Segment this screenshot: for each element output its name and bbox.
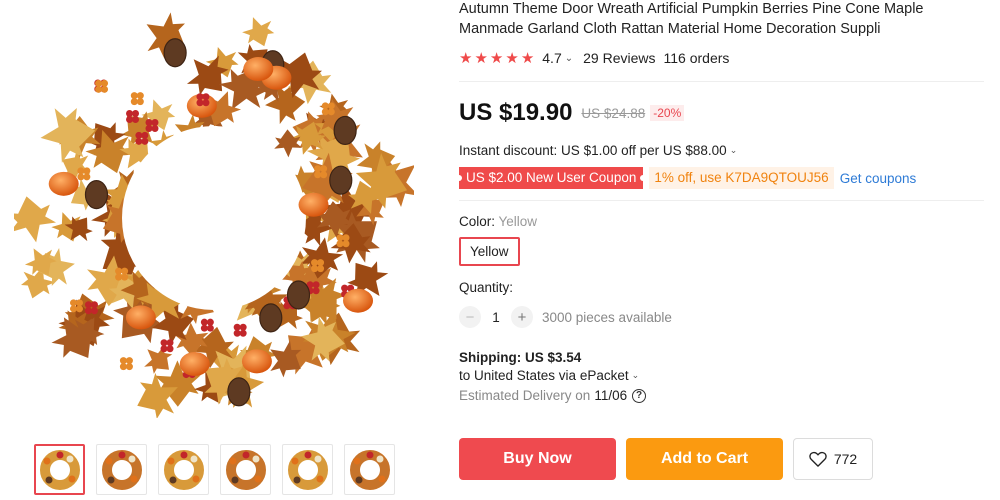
instant-discount-text: Instant discount: US $1.00 off per US $8… xyxy=(459,142,727,158)
discount-badge: -20% xyxy=(650,105,685,121)
estimated-delivery: Estimated Delivery on 11/06 ? xyxy=(459,388,989,403)
orders-count: 116 orders xyxy=(663,50,730,66)
eta-date: 11/06 xyxy=(594,388,628,403)
thumbnail-strip xyxy=(34,444,395,495)
rating-row: ★ ★ ★ ★ ★ 4.7 ⌄ 29 Reviews 116 orders xyxy=(459,48,989,68)
star-icon: ★ xyxy=(459,50,473,67)
product-thumbnail[interactable] xyxy=(34,444,85,495)
heart-icon xyxy=(809,451,827,467)
get-coupons-link[interactable]: Get coupons xyxy=(840,171,917,186)
wishlist-count: 772 xyxy=(833,451,858,467)
stock-available: 3000 pieces available xyxy=(542,309,672,325)
price-row: US $19.90 US $24.88 -20% xyxy=(459,99,989,127)
buy-now-button[interactable]: Buy Now xyxy=(459,438,616,480)
color-label-row: Color: Yellow xyxy=(459,214,989,229)
product-title: Autumn Theme Door Wreath Artificial Pump… xyxy=(459,1,924,37)
product-thumbnail[interactable] xyxy=(282,444,333,495)
new-user-coupon[interactable]: US $2.00 New User Coupon xyxy=(455,167,647,189)
rating-stars: ★ ★ ★ ★ ★ xyxy=(459,49,534,67)
product-thumbnail[interactable] xyxy=(158,444,209,495)
reviews-link[interactable]: 29 Reviews xyxy=(583,50,655,66)
coupon-code[interactable]: 1% off, use K7DA9QTOUJ56 xyxy=(649,167,834,189)
shipping-destination[interactable]: to United States via ePacket ⌄ xyxy=(459,368,989,383)
product-thumbnail[interactable] xyxy=(96,444,147,495)
star-icon: ★ xyxy=(520,50,535,67)
color-label: Color: xyxy=(459,214,496,229)
color-option-yellow[interactable]: Yellow xyxy=(459,237,520,266)
product-thumbnail[interactable] xyxy=(220,444,271,495)
product-main-image xyxy=(8,8,419,419)
instant-discount[interactable]: Instant discount: US $1.00 off per US $8… xyxy=(459,141,989,159)
minus-icon[interactable]: − xyxy=(459,306,481,328)
star-icon: ★ xyxy=(505,50,519,67)
product-detail: Autumn Theme Door Wreath Artificial Pump… xyxy=(455,0,989,403)
quantity-value[interactable]: 1 xyxy=(481,310,511,325)
shipping-destination-text: to United States via ePacket xyxy=(459,368,629,383)
plus-icon[interactable]: + xyxy=(511,306,533,328)
wreath-image xyxy=(8,12,419,419)
divider xyxy=(459,81,984,82)
thumbnail-image xyxy=(101,449,142,490)
quantity-stepper: − 1 + 3000 pieces available xyxy=(459,306,989,328)
thumbnail-image xyxy=(287,449,328,490)
help-icon[interactable]: ? xyxy=(632,388,647,403)
quantity-label: Quantity: xyxy=(459,280,514,295)
original-price: US $24.88 xyxy=(581,105,646,121)
wishlist-button[interactable]: 772 xyxy=(793,438,873,480)
action-bar: Buy Now Add to Cart 772 xyxy=(459,438,873,480)
color-selected: Yellow xyxy=(498,214,538,229)
star-icon: ★ xyxy=(474,50,488,67)
eta-label: Estimated Delivery on xyxy=(459,388,591,403)
chevron-down-icon: ⌄ xyxy=(631,370,640,380)
star-icon: ★ xyxy=(489,50,504,67)
thumbnail-image xyxy=(163,449,204,490)
product-thumbnail[interactable] xyxy=(344,444,395,495)
add-to-cart-button[interactable]: Add to Cart xyxy=(626,438,783,480)
rating-value[interactable]: 4.7 xyxy=(542,50,561,66)
thumbnail-image xyxy=(225,449,266,490)
thumbnail-image xyxy=(39,449,80,490)
shipping-cost: Shipping: US $3.54 xyxy=(459,350,582,365)
current-price: US $19.90 xyxy=(459,99,573,126)
chevron-down-icon[interactable]: ⌄ xyxy=(565,53,573,64)
chevron-down-icon: ⌄ xyxy=(729,144,738,155)
divider xyxy=(459,200,984,201)
coupon-row: US $2.00 New User Coupon 1% off, use K7D… xyxy=(455,167,989,189)
thumbnail-image xyxy=(349,449,390,490)
